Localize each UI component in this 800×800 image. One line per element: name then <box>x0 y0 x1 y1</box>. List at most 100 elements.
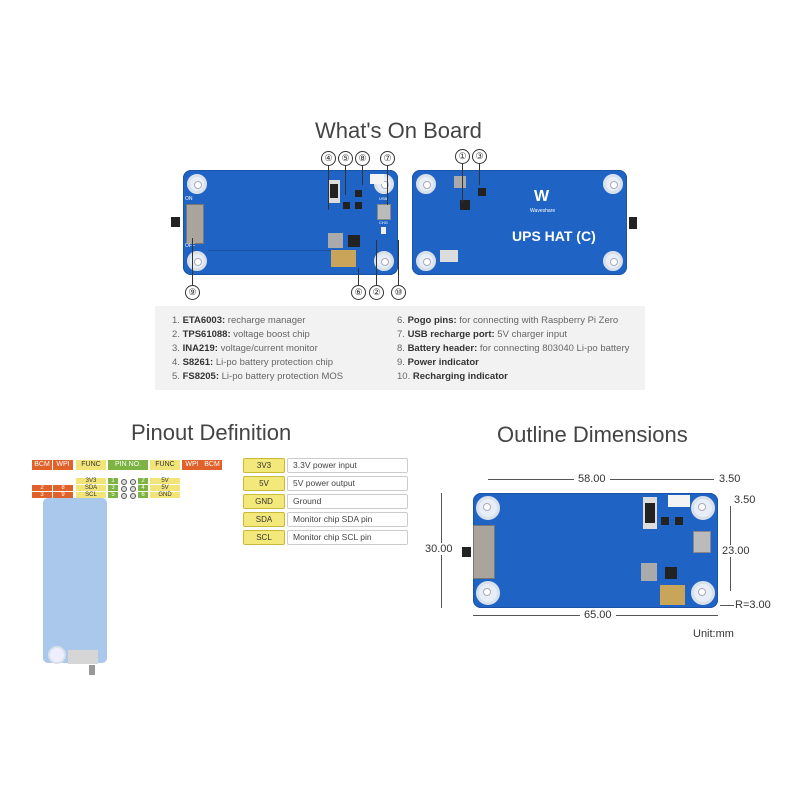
legend-desc: for connecting 803040 Li-po battery <box>477 343 630 354</box>
leader-line <box>462 163 463 203</box>
callout-10: ⑩ <box>391 285 406 300</box>
legend-name: Battery header: <box>407 343 478 354</box>
dim-unit: Unit:mm <box>693 628 734 640</box>
switch-knob <box>629 217 637 229</box>
whats-on-board-title: What's On Board <box>315 118 482 143</box>
legend-name: Recharging indicator <box>412 371 508 382</box>
pinout-cell-pin-l: 5 <box>108 492 118 498</box>
legend-desc: Li-po battery protection MOS <box>219 371 344 382</box>
pinout-cell-func-r: GND <box>150 492 180 498</box>
pogo-pins <box>660 585 685 605</box>
pinout-board-switch <box>68 650 98 664</box>
legend-num: 2. <box>172 329 183 340</box>
resistor-body <box>645 503 655 523</box>
led-chg <box>381 227 386 234</box>
pogo-pins <box>331 250 356 267</box>
power-switch <box>473 525 495 579</box>
pinout-cell-pin-r: 2 <box>138 478 148 484</box>
callout-5: ⑤ <box>338 151 353 166</box>
legend-desc: for connecting with Raspberry Pi Zero <box>456 315 619 326</box>
pin-definition-key: 5V <box>243 476 285 491</box>
pinout-cell-pin-r: 4 <box>138 485 148 491</box>
outline-dimensions-title: Outline Dimensions <box>497 422 688 447</box>
mount-hole <box>374 251 394 271</box>
legend-num: 6. <box>397 315 408 326</box>
pinout-board-hole <box>48 646 66 664</box>
legend-num: 10. <box>397 371 413 382</box>
legend-name: USB recharge port: <box>407 329 495 340</box>
legend-item: 5. FS8205: Li-po battery protection MOS <box>172 370 343 384</box>
dim-hole-offset-y: 3.50 <box>734 494 756 506</box>
leader-line <box>479 163 480 185</box>
mos-chip-2 <box>355 202 362 209</box>
pinout-header-cell: WPI <box>53 460 73 470</box>
callout-2: ② <box>369 285 384 300</box>
inductor <box>328 233 343 248</box>
pinout-cell-func-l: SDA <box>76 485 106 491</box>
usb-port <box>693 531 711 553</box>
legend-desc: voltage/current monitor <box>217 343 318 354</box>
component-legend: 1. ETA6003: recharge manager 2. TPS61088:… <box>155 306 645 390</box>
battery-header <box>370 174 384 184</box>
legend-item: 1. ETA6003: recharge manager <box>172 314 343 328</box>
callout-8: ⑧ <box>355 151 370 166</box>
pinout-cell-func-r: 5V <box>150 485 180 491</box>
pcb <box>183 170 398 275</box>
legend-desc: voltage boost chip <box>230 329 310 340</box>
pinout-header-cell: FUNC <box>76 460 106 470</box>
silk-chg: CHG <box>379 220 388 225</box>
pin-definition-desc: Monitor chip SDA pin <box>287 512 408 527</box>
legend-item: 8. Battery header: for connecting 803040… <box>397 342 629 356</box>
leader-line <box>328 165 329 210</box>
legend-item: 3. INA219: voltage/current monitor <box>172 342 343 356</box>
chip <box>661 517 669 525</box>
mount-hole <box>603 174 623 194</box>
legend-name: INA219: <box>182 343 218 354</box>
legend-num: 7. <box>397 329 408 340</box>
leader-line <box>398 240 399 285</box>
pin-dot-right <box>130 486 136 492</box>
legend-num: 3. <box>172 343 183 354</box>
legend-item: 10. Recharging indicator <box>397 370 629 384</box>
board-front: ON OFF USB CHG <box>171 170 398 275</box>
pin-definition-desc: 5V power output <box>287 476 408 491</box>
dim-board <box>473 493 718 608</box>
dim-hole-offset-x: 3.50 <box>719 473 741 485</box>
pin-definition-key: SDA <box>243 512 285 527</box>
pin-definition-key: 3V3 <box>243 458 285 473</box>
pin-definition-key: SCL <box>243 530 285 545</box>
dim-switch-knob <box>462 547 471 557</box>
callout-1: ① <box>455 149 470 164</box>
legend-item: 2. TPS61088: voltage boost chip <box>172 328 343 342</box>
callout-4: ④ <box>321 151 336 166</box>
pinout-cell-func-r: 5V <box>150 478 180 484</box>
callout-6: ⑥ <box>351 285 366 300</box>
mount-hole <box>603 251 623 271</box>
dim-radius-leader <box>720 605 734 606</box>
dim-hole-spacing-y: 23.00 <box>722 545 750 557</box>
protection-chip <box>355 190 362 197</box>
legend-item: 4. S8261: Li-po battery protection chip <box>172 356 343 370</box>
legend-num: 1. <box>172 315 183 326</box>
mount-hole <box>416 174 436 194</box>
inductor <box>454 176 466 188</box>
legend-item: 7. USB recharge port: 5V charger input <box>397 328 629 342</box>
legend-name: S8261: <box>182 357 214 368</box>
pinout-cell-func-l: SCL <box>76 492 106 498</box>
silk-on: ON <box>185 196 193 202</box>
resistor-body <box>330 184 338 198</box>
pinout-board-image <box>43 498 107 663</box>
mount-hole <box>416 251 436 271</box>
board-back: W Waveshare UPS HAT (C) <box>412 170 637 275</box>
mount-hole <box>476 581 500 605</box>
legend-item: 9. Power indicator <box>397 356 629 370</box>
mount-hole <box>691 496 715 520</box>
waveshare-logo-icon: W <box>534 188 550 205</box>
pin-dot-left <box>121 479 127 485</box>
legend-num: 9. <box>397 357 408 368</box>
pin-dot-left <box>121 493 127 499</box>
leader-line <box>362 165 363 185</box>
pinout-cell-func-l: 3V3 <box>76 478 106 484</box>
pinout-cell-pin-r: 6 <box>138 492 148 498</box>
mos-chip <box>343 202 350 209</box>
